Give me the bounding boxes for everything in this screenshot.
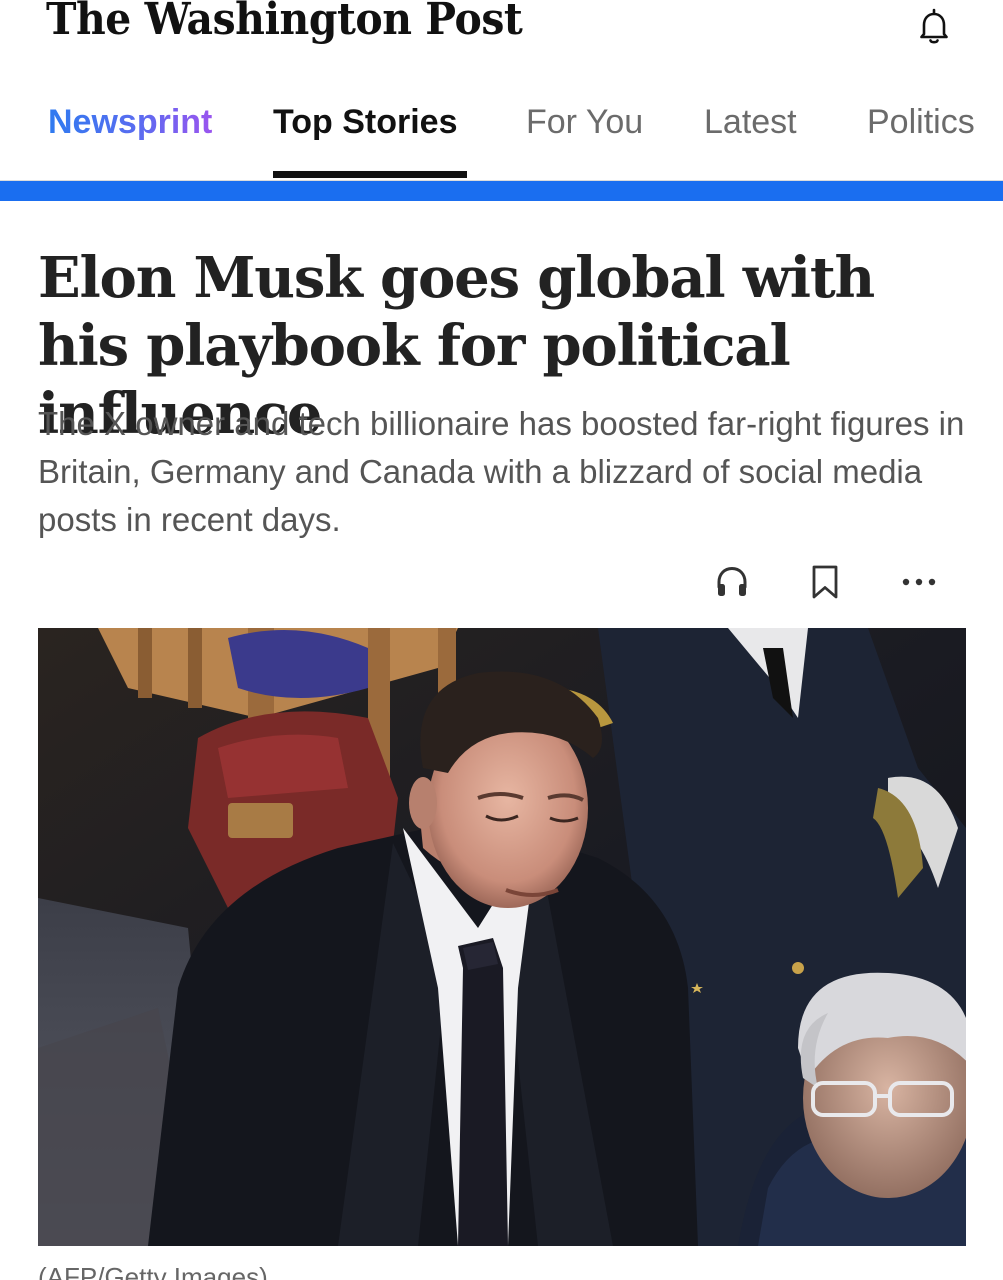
- bookmark-icon[interactable]: [803, 560, 847, 604]
- article-summary[interactable]: The X owner and tech billionaire has boo…: [38, 400, 968, 544]
- tab-top-stories-label: Top Stories: [273, 103, 458, 141]
- tab-latest[interactable]: Latest: [704, 96, 797, 180]
- header: The Washington Post: [0, 0, 1003, 56]
- headphones-icon[interactable]: [710, 560, 754, 604]
- active-tab-indicator: [273, 171, 467, 178]
- bell-icon[interactable]: [912, 4, 956, 48]
- tab-for-you[interactable]: For You: [526, 96, 643, 180]
- photo-caption: (AFP/Getty Images): [38, 1262, 268, 1280]
- more-icon[interactable]: [897, 560, 941, 604]
- washington-post-logo[interactable]: The Washington Post: [46, 0, 523, 45]
- tab-politics[interactable]: Politics: [867, 96, 975, 180]
- article-photo[interactable]: [38, 628, 966, 1246]
- article-actions: [0, 560, 1003, 604]
- app-screen: The Washington Post Newsprint Top Storie…: [0, 0, 1003, 1280]
- tab-newsprint[interactable]: Newsprint: [48, 96, 212, 180]
- tab-top-stories[interactable]: Top Stories: [273, 96, 467, 180]
- section-tabs: Newsprint Top Stories For You Latest Pol…: [0, 96, 1003, 180]
- accent-bar: [0, 180, 1003, 201]
